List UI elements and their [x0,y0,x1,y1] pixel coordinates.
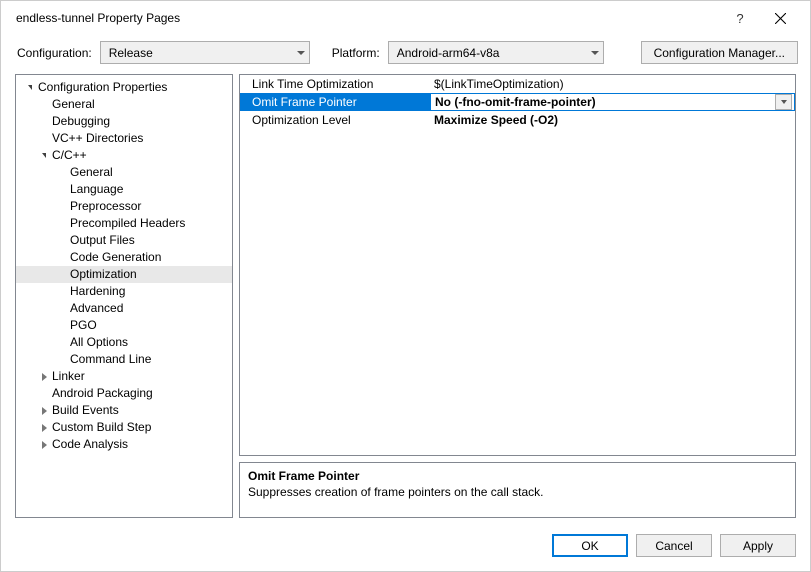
collapse-icon[interactable] [38,150,50,162]
window-title: endless-tunnel Property Pages [11,11,720,25]
tree-pane: Configuration Properties General Debuggi… [15,74,233,518]
prop-value: Maximize Speed (-O2) [430,113,795,127]
tree-item-ccpp-hardening[interactable]: Hardening [16,283,232,300]
configuration-value: Release [109,46,153,60]
tree-item-ccpp-general[interactable]: General [16,164,232,181]
tree-item-general[interactable]: General [16,96,232,113]
config-toolbar: Configuration: Release Platform: Android… [1,35,810,74]
tree-item-ccpp-command-line[interactable]: Command Line [16,351,232,368]
tree-item-vcdirs[interactable]: VC++ Directories [16,130,232,147]
tree-item-ccpp-pch[interactable]: Precompiled Headers [16,215,232,232]
chevron-down-icon [591,51,599,55]
collapse-icon[interactable] [24,82,36,94]
tree-item-android-packaging[interactable]: Android Packaging [16,385,232,402]
help-button[interactable]: ? [720,1,760,35]
tree-item-ccpp-codegen[interactable]: Code Generation [16,249,232,266]
tree-item-ccpp-output[interactable]: Output Files [16,232,232,249]
property-pages-window: endless-tunnel Property Pages ? Configur… [0,0,811,572]
prop-name: Optimization Level [240,113,430,127]
property-grid: Link Time Optimization $(LinkTimeOptimiz… [239,74,796,456]
expand-icon[interactable] [38,371,50,383]
platform-value: Android-arm64-v8a [397,46,500,60]
description-text: Suppresses creation of frame pointers on… [248,485,787,499]
expand-icon[interactable] [38,422,50,434]
dialog-buttons: OK Cancel Apply [1,526,810,571]
close-icon [775,13,786,24]
ok-button[interactable]: OK [552,534,628,557]
dropdown-button[interactable] [775,94,792,110]
grid-row-opt-level[interactable]: Optimization Level Maximize Speed (-O2) [240,111,795,129]
expand-icon[interactable] [38,405,50,417]
tree-item-ccpp[interactable]: C/C++ [16,147,232,164]
grid-row-lto[interactable]: Link Time Optimization $(LinkTimeOptimiz… [240,75,795,93]
tree-item-ccpp-preprocessor[interactable]: Preprocessor [16,198,232,215]
tree-item-debugging[interactable]: Debugging [16,113,232,130]
tree-item-code-analysis[interactable]: Code Analysis [16,436,232,453]
chevron-down-icon [297,51,305,55]
tree-item-ccpp-optimization[interactable]: Optimization [16,266,232,283]
apply-button[interactable]: Apply [720,534,796,557]
description-title: Omit Frame Pointer [248,469,787,483]
tree-item-linker[interactable]: Linker [16,368,232,385]
tree-item-custom-build-step[interactable]: Custom Build Step [16,419,232,436]
grid-row-omit-fp[interactable]: Omit Frame Pointer No (-fno-omit-frame-p… [240,93,795,111]
main-area: Configuration Properties General Debuggi… [1,74,810,526]
configuration-manager-button[interactable]: Configuration Manager... [641,41,798,64]
right-pane: Link Time Optimization $(LinkTimeOptimiz… [239,74,796,518]
cancel-button[interactable]: Cancel [636,534,712,557]
tree-item-ccpp-advanced[interactable]: Advanced [16,300,232,317]
platform-combo[interactable]: Android-arm64-v8a [388,41,604,64]
expand-icon[interactable] [38,439,50,451]
prop-value-editor[interactable]: No (-fno-omit-frame-pointer) [430,93,795,111]
configuration-label: Configuration: [17,46,92,60]
tree-item-build-events[interactable]: Build Events [16,402,232,419]
tree-root[interactable]: Configuration Properties [16,79,232,96]
tree-item-ccpp-pgo[interactable]: PGO [16,317,232,334]
tree-item-ccpp-language[interactable]: Language [16,181,232,198]
titlebar: endless-tunnel Property Pages ? [1,1,810,35]
configuration-combo[interactable]: Release [100,41,310,64]
chevron-down-icon [781,100,787,104]
description-pane: Omit Frame Pointer Suppresses creation o… [239,462,796,518]
platform-label: Platform: [332,46,380,60]
close-button[interactable] [760,1,800,35]
prop-name: Link Time Optimization [240,77,430,91]
prop-value: $(LinkTimeOptimization) [430,77,795,91]
tree-item-ccpp-all-options[interactable]: All Options [16,334,232,351]
prop-name: Omit Frame Pointer [240,95,430,109]
